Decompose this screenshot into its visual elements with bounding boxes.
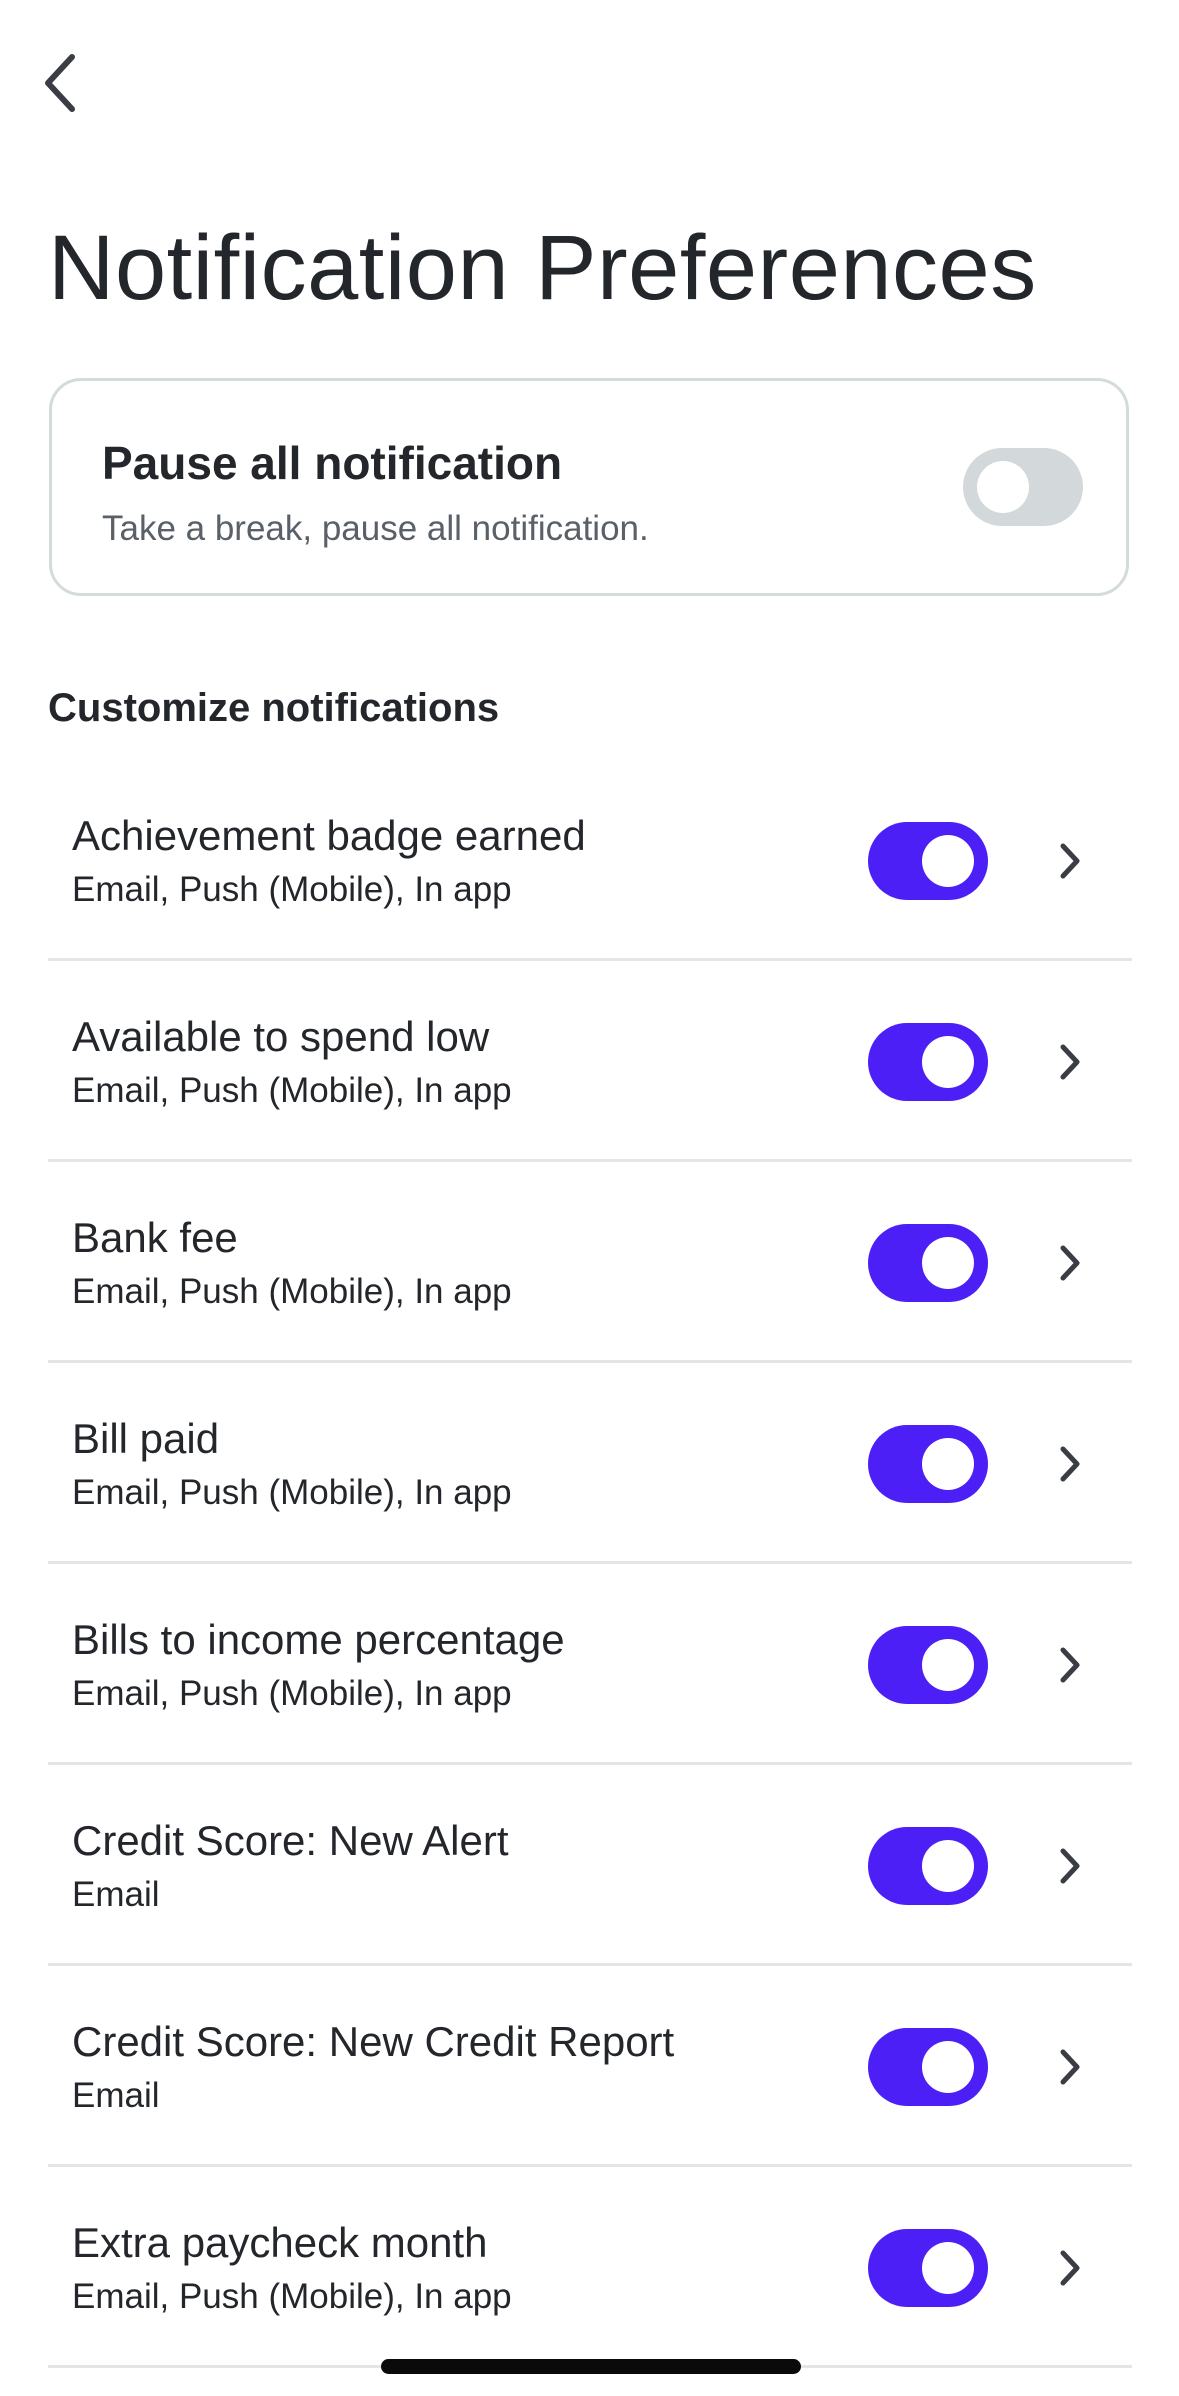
notification-row[interactable]: Credit Score: New Credit Report Email bbox=[48, 1966, 1132, 2167]
toggle-knob bbox=[922, 2041, 974, 2093]
notification-row[interactable]: Bank fee Email, Push (Mobile), In app bbox=[48, 1162, 1132, 1363]
chevron-right-icon[interactable] bbox=[1050, 1041, 1090, 1083]
notification-row[interactable]: Bill paid Email, Push (Mobile), In app bbox=[48, 1363, 1132, 1564]
notification-channels: Email, Push (Mobile), In app bbox=[72, 1071, 512, 1110]
notification-title: Available to spend low bbox=[72, 1013, 490, 1060]
notification-row[interactable]: Achievement badge earned Email, Push (Mo… bbox=[48, 760, 1132, 961]
notification-toggle[interactable] bbox=[868, 2229, 988, 2307]
notification-title: Bills to income percentage bbox=[72, 1616, 565, 1663]
chevron-right-icon[interactable] bbox=[1050, 2046, 1090, 2088]
notification-toggle[interactable] bbox=[868, 1626, 988, 1704]
pause-all-title: Pause all notification bbox=[102, 437, 563, 489]
toggle-knob bbox=[922, 1036, 974, 1088]
notification-list: Achievement badge earned Email, Push (Mo… bbox=[48, 760, 1132, 2368]
notification-toggle[interactable] bbox=[868, 1224, 988, 1302]
notification-row[interactable]: Extra paycheck month Email, Push (Mobile… bbox=[48, 2167, 1132, 2368]
notification-row[interactable]: Credit Score: New Alert Email bbox=[48, 1765, 1132, 1966]
notification-channels: Email bbox=[72, 1875, 160, 1914]
notification-channels: Email, Push (Mobile), In app bbox=[72, 1473, 512, 1512]
notification-title: Bank fee bbox=[72, 1214, 238, 1261]
chevron-right-icon[interactable] bbox=[1050, 1845, 1090, 1887]
notification-toggle[interactable] bbox=[868, 1425, 988, 1503]
notification-title: Bill paid bbox=[72, 1415, 220, 1462]
notification-channels: Email, Push (Mobile), In app bbox=[72, 870, 512, 909]
page-title: Notification Preferences bbox=[48, 217, 1037, 319]
toggle-knob bbox=[922, 2242, 974, 2294]
notification-toggle[interactable] bbox=[868, 1023, 988, 1101]
toggle-knob bbox=[922, 1840, 974, 1892]
chevron-right-icon[interactable] bbox=[1050, 1242, 1090, 1284]
notification-toggle[interactable] bbox=[868, 822, 988, 900]
notification-title: Achievement badge earned bbox=[72, 812, 586, 859]
chevron-right-icon[interactable] bbox=[1050, 840, 1090, 882]
notification-title: Credit Score: New Credit Report bbox=[72, 2018, 675, 2065]
pause-all-card: Pause all notification Take a break, pau… bbox=[49, 378, 1129, 596]
toggle-knob bbox=[922, 1639, 974, 1691]
chevron-right-icon[interactable] bbox=[1050, 1443, 1090, 1485]
chevron-right-icon[interactable] bbox=[1050, 1644, 1090, 1686]
notification-row[interactable]: Available to spend low Email, Push (Mobi… bbox=[48, 961, 1132, 1162]
chevron-left-icon bbox=[40, 51, 80, 120]
section-heading: Customize notifications bbox=[48, 686, 500, 730]
home-indicator bbox=[381, 2359, 801, 2374]
toggle-knob bbox=[977, 461, 1029, 513]
notification-channels: Email, Push (Mobile), In app bbox=[72, 2277, 512, 2316]
pause-all-subtitle: Take a break, pause all notification. bbox=[102, 509, 649, 548]
toggle-knob bbox=[922, 835, 974, 887]
pause-all-toggle[interactable] bbox=[963, 448, 1083, 526]
notification-channels: Email, Push (Mobile), In app bbox=[72, 1674, 512, 1713]
back-button[interactable] bbox=[40, 40, 108, 130]
notification-channels: Email bbox=[72, 2076, 160, 2115]
notification-title: Extra paycheck month bbox=[72, 2219, 488, 2266]
notification-row[interactable]: Bills to income percentage Email, Push (… bbox=[48, 1564, 1132, 1765]
toggle-knob bbox=[922, 1438, 974, 1490]
notification-title: Credit Score: New Alert bbox=[72, 1817, 509, 1864]
notification-toggle[interactable] bbox=[868, 2028, 988, 2106]
notification-toggle[interactable] bbox=[868, 1827, 988, 1905]
chevron-right-icon[interactable] bbox=[1050, 2247, 1090, 2289]
toggle-knob bbox=[922, 1237, 974, 1289]
notification-channels: Email, Push (Mobile), In app bbox=[72, 1272, 512, 1311]
